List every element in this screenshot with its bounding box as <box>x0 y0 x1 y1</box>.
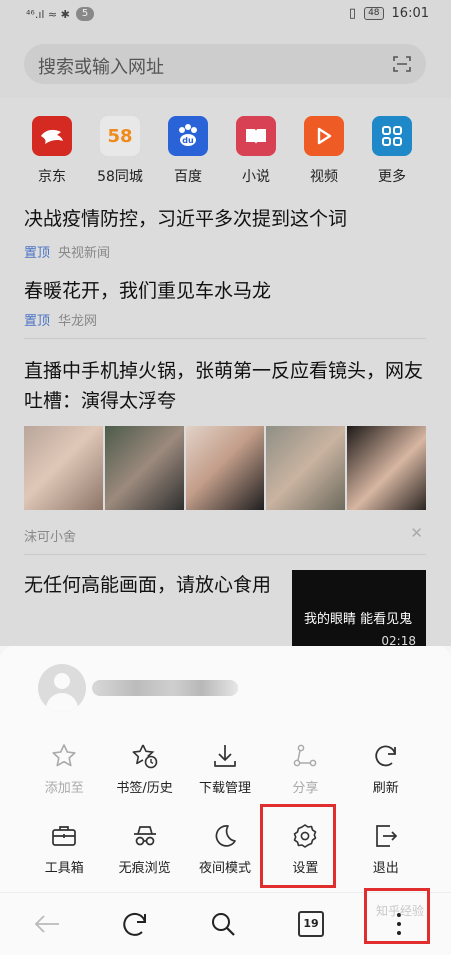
novel-icon <box>236 116 276 156</box>
menu-item-night-mode[interactable]: 夜间模式 <box>185 818 265 898</box>
news-headline[interactable]: 无任何高能画面，请放心食用 <box>24 570 274 600</box>
news-feed: 京东 58 58同城 du 百度 小说 视频 更多 决战疫情防控，习近平多次提到… <box>0 98 451 648</box>
video-icon <box>304 116 344 156</box>
divider <box>24 338 426 339</box>
shortcut-label: 更多 <box>378 169 406 185</box>
pinned-tag: 置顶 <box>24 246 51 261</box>
menu-item-bookmarks-history[interactable]: 书签/历史 <box>104 738 184 818</box>
account-name-blurred[interactable] <box>92 680 238 696</box>
scan-icon[interactable] <box>392 54 412 74</box>
thumbnail-caption: 我的眼睛 能看见鬼 <box>304 612 413 627</box>
vibrate-icon: ▯ <box>348 6 357 21</box>
refresh-button[interactable] <box>118 907 152 941</box>
news-headline[interactable]: 春暖花开，我们重见车水马龙 <box>24 276 429 306</box>
search-button[interactable] <box>206 907 240 941</box>
clock: 16:01 <box>391 6 429 21</box>
menu-item-label: 分享 <box>292 781 319 796</box>
pinned-tag: 置顶 <box>24 314 51 329</box>
menu-item-label: 退出 <box>372 861 399 876</box>
search-bar[interactable]: 搜索或输入网址 <box>24 44 426 84</box>
bookmark-history-icon <box>132 744 157 769</box>
svg-text:du: du <box>182 136 194 145</box>
menu-item-exit[interactable]: 退出 <box>346 818 426 898</box>
moon-icon <box>215 825 236 847</box>
tab-count: 19 <box>298 911 324 937</box>
search-placeholder: 搜索或输入网址 <box>38 57 164 78</box>
news-source: 沫可小舍 <box>24 530 77 545</box>
menu-item-label: 添加至 <box>44 781 84 796</box>
close-icon[interactable]: ✕ <box>410 524 423 542</box>
news-photo <box>185 426 265 510</box>
shortcut-label: 小说 <box>242 169 270 185</box>
back-arrow-icon <box>34 915 59 933</box>
refresh-icon <box>375 745 396 767</box>
menu-grid: 添加至 书签/历史 下载管理 分享 刷新 工具箱 无痕浏览 夜间模式 设置 退出 <box>24 738 426 898</box>
shortcut-label: 视频 <box>310 169 338 185</box>
divider <box>24 554 426 555</box>
refresh-icon <box>123 912 146 936</box>
menu-item-toolbox[interactable]: 工具箱 <box>24 818 104 898</box>
menu-item-downloads[interactable]: 下载管理 <box>185 738 265 818</box>
news-photo-strip[interactable] <box>24 426 426 510</box>
menu-item-label: 下载管理 <box>198 781 251 796</box>
news-headline[interactable]: 直播中手机掉火锅，张萌第一反应看镜头，网友吐槽：演得太浮夸 <box>24 356 429 416</box>
back-button[interactable] <box>30 907 64 941</box>
shortcut-58[interactable]: 58 58同城 <box>86 116 154 186</box>
status-bar: ⁴⁶.ıl ≈ ✱ 5 ▯ 48 16:01 <box>0 0 451 30</box>
news-source: 华龙网 <box>58 314 98 329</box>
settings-highlight-box <box>260 804 336 888</box>
incognito-icon <box>133 826 156 846</box>
notification-badge: 5 <box>75 7 95 21</box>
menu-item-label: 书签/历史 <box>116 781 173 796</box>
avatar[interactable] <box>38 664 86 712</box>
browser-header: 搜索或输入网址 <box>0 30 451 98</box>
tabs-button[interactable]: 19 <box>294 907 328 941</box>
more-grid-icon <box>372 116 412 156</box>
shortcut-more[interactable]: 更多 <box>358 116 426 186</box>
network-signal-icon: ⁴⁶.ıl ≈ ✱ <box>26 7 70 21</box>
news-meta: 置顶 华龙网 <box>24 310 97 329</box>
battery-icon: 48 <box>364 7 384 20</box>
baidu-icon: du <box>168 116 208 156</box>
menu-item-incognito[interactable]: 无痕浏览 <box>104 818 184 898</box>
toolbox-icon <box>52 826 77 846</box>
star-outline-icon <box>52 744 76 767</box>
shortcut-novel[interactable]: 小说 <box>222 116 290 186</box>
news-headline[interactable]: 决战疫情防控，习近平多次提到这个词 <box>24 204 429 234</box>
shortcut-label: 58同城 <box>97 169 143 185</box>
shortcut-jd[interactable]: 京东 <box>18 116 86 186</box>
news-photo <box>24 426 103 510</box>
exit-icon <box>375 825 397 847</box>
menu-item-add-to[interactable]: 添加至 <box>24 738 104 818</box>
menu-item-label: 刷新 <box>372 781 399 796</box>
share-icon <box>294 744 317 767</box>
shortcut-video[interactable]: 视频 <box>290 116 358 186</box>
news-meta: 置顶 央视新闻 <box>24 242 110 261</box>
menu-item-refresh[interactable]: 刷新 <box>346 738 426 818</box>
video-thumbnail[interactable]: 我的眼睛 能看见鬼 02:18 <box>292 570 426 648</box>
news-photo <box>104 426 184 510</box>
shortcut-baidu[interactable]: du 百度 <box>154 116 222 186</box>
more-highlight-box <box>364 888 430 944</box>
menu-item-label: 无痕浏览 <box>118 861 171 876</box>
shortcut-label: 京东 <box>38 169 66 185</box>
news-photo <box>266 426 346 510</box>
menu-item-label: 工具箱 <box>44 861 84 876</box>
58-icon: 58 <box>100 116 140 156</box>
download-icon <box>214 745 236 767</box>
menu-item-label: 夜间模式 <box>198 861 251 876</box>
jd-icon <box>32 116 72 156</box>
shortcut-label: 百度 <box>174 169 202 185</box>
news-source: 央视新闻 <box>58 246 111 261</box>
news-photo <box>347 426 426 510</box>
search-icon <box>212 913 235 936</box>
shortcut-grid: 京东 58 58同城 du 百度 小说 视频 更多 <box>0 116 451 186</box>
